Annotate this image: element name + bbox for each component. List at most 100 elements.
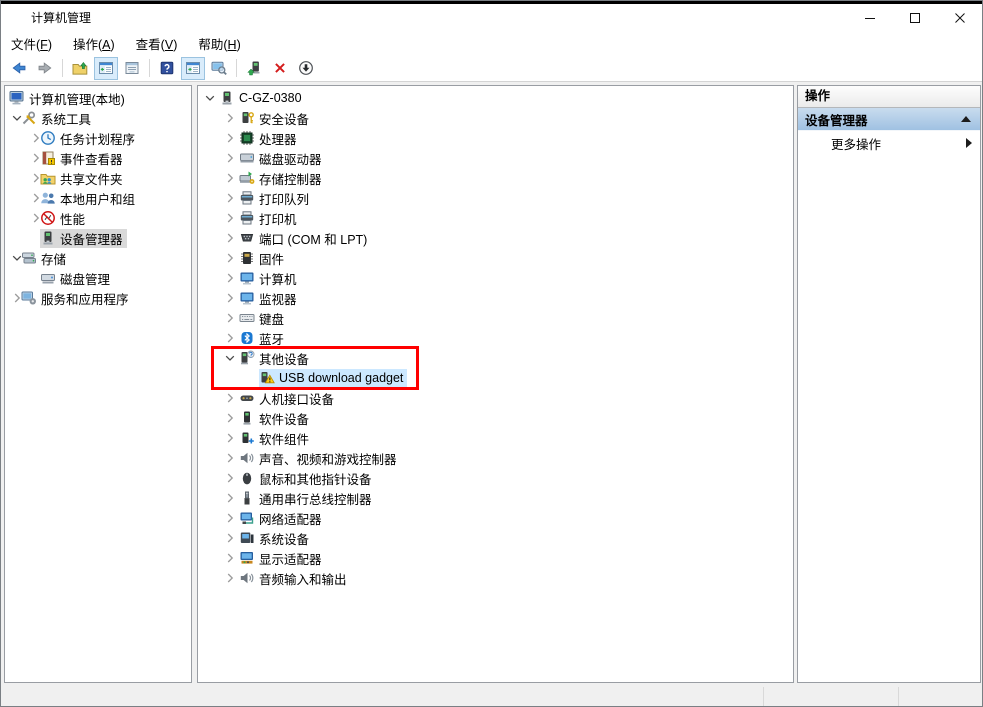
tree-row-device-tree-7[interactable]: 端口 (COM 和 LPT) — [198, 228, 793, 248]
chevron-collapsed-icon[interactable] — [28, 130, 40, 146]
chevron-collapsed-icon[interactable] — [222, 450, 239, 466]
chevron-collapsed-icon[interactable] — [222, 130, 239, 146]
tree-item-body[interactable]: 存储控制器 — [239, 169, 326, 188]
tree-item-body[interactable]: 计算机 — [239, 269, 301, 288]
tree-row-device-tree-23[interactable]: 显示适配器 — [198, 548, 793, 568]
tree-row-device-tree-20[interactable]: 通用串行总线控制器 — [198, 488, 793, 508]
chevron-collapsed-icon[interactable] — [28, 150, 40, 166]
menu-item-0[interactable]: 文件(F) — [3, 31, 60, 56]
tree-item-body[interactable]: 磁盘管理 — [40, 269, 114, 288]
tree-item-body[interactable]: 显示适配器 — [239, 549, 326, 568]
tree-row-device-tree-16[interactable]: 软件设备 — [198, 408, 793, 428]
tree-row-device-tree-12[interactable]: 蓝牙 — [198, 328, 793, 348]
chevron-collapsed-icon[interactable] — [222, 150, 239, 166]
collapse-up-icon[interactable] — [961, 116, 971, 122]
tree-item-body[interactable]: 鼠标和其他指针设备 — [239, 469, 376, 488]
tree-row-device-tree-18[interactable]: 声音、视频和游戏控制器 — [198, 448, 793, 468]
tree-item-body[interactable]: 事件查看器 — [40, 149, 127, 168]
tree-item-body[interactable]: 服务和应用程序 — [21, 289, 133, 308]
tree-row-left-tree-7[interactable]: 设备管理器 — [5, 228, 191, 248]
chevron-collapsed-icon[interactable] — [222, 570, 239, 586]
tree-row-device-tree-21[interactable]: 网络适配器 — [198, 508, 793, 528]
tree-item-body[interactable]: 系统设备 — [239, 529, 313, 548]
chevron-collapsed-icon[interactable] — [222, 170, 239, 186]
tree-item-body[interactable]: 处理器 — [239, 129, 301, 148]
console-tree-button[interactable] — [94, 57, 118, 80]
tree-row-device-tree-3[interactable]: 磁盘驱动器 — [198, 148, 793, 168]
tree-item-body[interactable]: 固件 — [239, 249, 288, 268]
tree-row-left-tree-5[interactable]: 本地用户和组 — [5, 188, 191, 208]
chevron-expanded-icon[interactable] — [202, 90, 219, 106]
chevron-collapsed-icon[interactable] — [9, 290, 21, 306]
tree-item-body[interactable]: 端口 (COM 和 LPT) — [239, 229, 371, 248]
menu-item-1[interactable]: 操作(A) — [65, 31, 123, 56]
tree-item-body[interactable]: 性能 — [40, 209, 89, 228]
tree-row-device-tree-4[interactable]: 存储控制器 — [198, 168, 793, 188]
menu-item-3[interactable]: 帮助(H) — [190, 31, 248, 56]
chevron-collapsed-icon[interactable] — [222, 110, 239, 126]
tree-item-body[interactable]: 人机接口设备 — [239, 389, 338, 408]
chevron-collapsed-icon[interactable] — [222, 410, 239, 426]
tree-row-device-tree-14[interactable]: USB download gadget — [198, 368, 793, 388]
tree-item-body[interactable]: 任务计划程序 — [40, 129, 139, 148]
tree-row-left-tree-10[interactable]: 服务和应用程序 — [5, 288, 191, 308]
tree-row-left-tree-1[interactable]: 系统工具 — [5, 108, 191, 128]
tree-row-device-tree-11[interactable]: 键盘 — [198, 308, 793, 328]
tree-row-device-tree-9[interactable]: 计算机 — [198, 268, 793, 288]
chevron-collapsed-icon[interactable] — [28, 190, 40, 206]
chevron-collapsed-icon[interactable] — [222, 390, 239, 406]
tree-row-left-tree-0[interactable]: 计算机管理(本地) — [5, 88, 191, 108]
action-pane-button[interactable] — [181, 57, 205, 80]
tree-item-body[interactable]: 蓝牙 — [239, 329, 288, 348]
chevron-expanded-icon[interactable] — [222, 350, 239, 366]
tree-item-body[interactable]: 软件组件 — [239, 429, 313, 448]
tree-row-device-tree-19[interactable]: 鼠标和其他指针设备 — [198, 468, 793, 488]
close-button[interactable] — [937, 4, 982, 31]
tree-row-device-tree-22[interactable]: 系统设备 — [198, 528, 793, 548]
chevron-collapsed-icon[interactable] — [222, 250, 239, 266]
tree-row-device-tree-6[interactable]: 打印机 — [198, 208, 793, 228]
tree-row-device-tree-2[interactable]: 处理器 — [198, 128, 793, 148]
disable-device-button[interactable] — [294, 57, 318, 80]
tree-item-body[interactable]: 存储 — [21, 249, 70, 268]
tree-item-body[interactable]: 磁盘驱动器 — [239, 149, 326, 168]
chevron-collapsed-icon[interactable] — [222, 470, 239, 486]
tree-item-body[interactable]: 其他设备 — [239, 349, 313, 368]
minimize-button[interactable] — [847, 4, 892, 31]
tree-row-device-tree-13[interactable]: 其他设备 — [198, 348, 793, 368]
tree-row-left-tree-3[interactable]: 事件查看器 — [5, 148, 191, 168]
tree-item-body[interactable]: 音频输入和输出 — [239, 569, 351, 588]
tree-item-body[interactable]: 本地用户和组 — [40, 189, 139, 208]
chevron-collapsed-icon[interactable] — [222, 270, 239, 286]
tree-row-left-tree-9[interactable]: 磁盘管理 — [5, 268, 191, 288]
tree-row-device-tree-10[interactable]: 监视器 — [198, 288, 793, 308]
tree-row-device-tree-1[interactable]: 安全设备 — [198, 108, 793, 128]
tree-item-body[interactable]: 通用串行总线控制器 — [239, 489, 376, 508]
chevron-collapsed-icon[interactable] — [222, 210, 239, 226]
back-button[interactable] — [7, 57, 31, 80]
chevron-collapsed-icon[interactable] — [222, 530, 239, 546]
tree-row-device-tree-15[interactable]: 人机接口设备 — [198, 388, 793, 408]
tree-item-body[interactable]: 打印机 — [239, 209, 301, 228]
chevron-collapsed-icon[interactable] — [222, 330, 239, 346]
chevron-collapsed-icon[interactable] — [222, 550, 239, 566]
chevron-collapsed-icon[interactable] — [222, 290, 239, 306]
chevron-collapsed-icon[interactable] — [222, 510, 239, 526]
chevron-expanded-icon[interactable] — [9, 250, 21, 266]
tree-item-body[interactable]: C-GZ-0380 — [219, 89, 306, 108]
scan-hardware-button[interactable] — [207, 57, 231, 80]
properties-button[interactable] — [120, 57, 144, 80]
tree-item-body[interactable]: 设备管理器 — [40, 229, 127, 248]
forward-button[interactable] — [33, 57, 57, 80]
tree-item-body[interactable]: 打印队列 — [239, 189, 313, 208]
help-button[interactable] — [155, 57, 179, 80]
chevron-collapsed-icon[interactable] — [222, 430, 239, 446]
tree-item-body[interactable]: 共享文件夹 — [40, 169, 127, 188]
tree-row-left-tree-6[interactable]: 性能 — [5, 208, 191, 228]
chevron-collapsed-icon[interactable] — [28, 210, 40, 226]
chevron-collapsed-icon[interactable] — [28, 170, 40, 186]
tree-row-left-tree-8[interactable]: 存储 — [5, 248, 191, 268]
tree-item-body[interactable]: 系统工具 — [21, 109, 95, 128]
tree-row-device-tree-24[interactable]: 音频输入和输出 — [198, 568, 793, 588]
tree-item-body[interactable]: 监视器 — [239, 289, 301, 308]
